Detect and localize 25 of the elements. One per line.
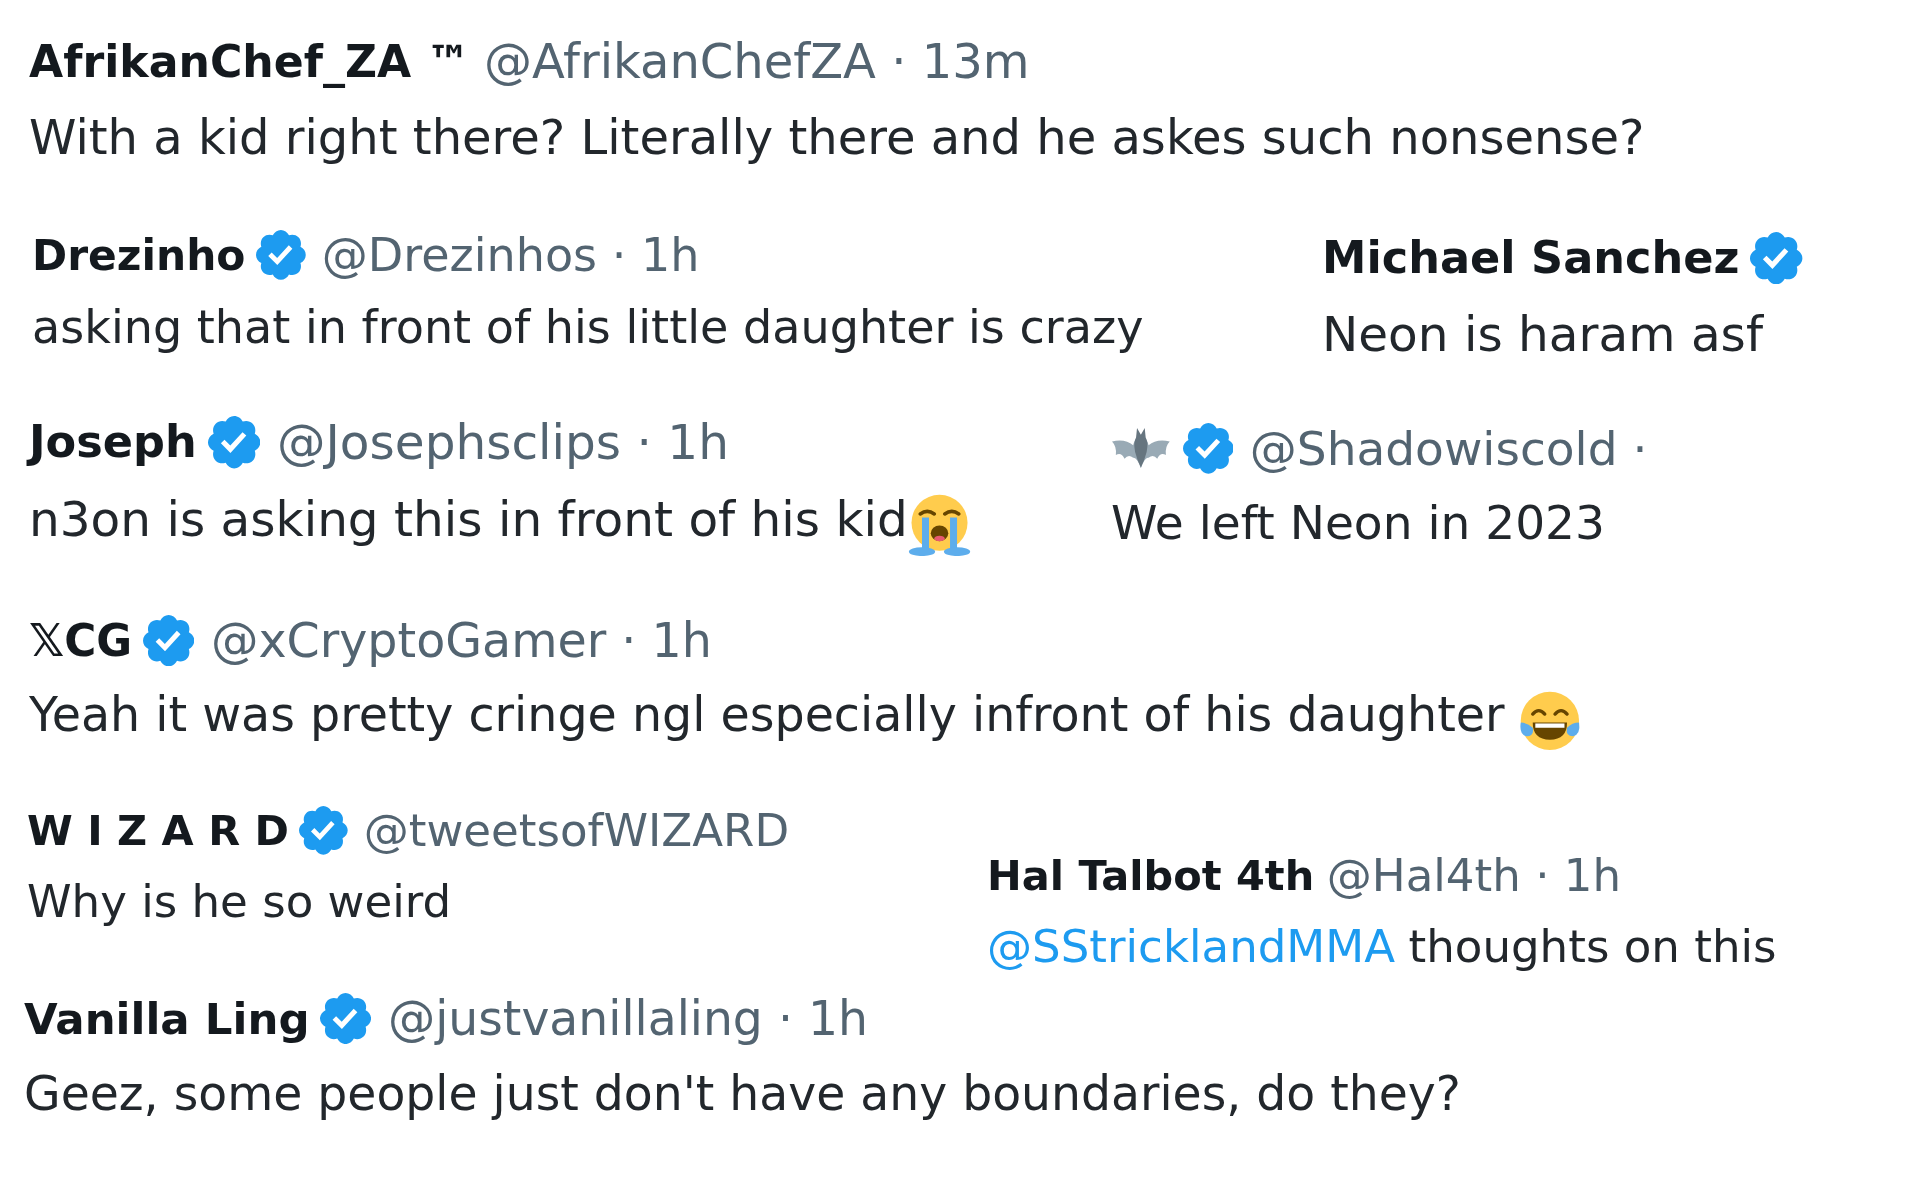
display-name: 𝕏CG xyxy=(29,614,133,666)
handle-and-time: @tweetsofWIZARD xyxy=(363,804,790,858)
tweet-text: asking that in front of his little daughter is crazy xyxy=(32,299,1144,357)
tweet-text: n3on is asking this in front of his kid xyxy=(29,489,908,549)
tweet-text: @SStricklandMMA thoughts on this xyxy=(987,918,1777,975)
tweet-text: With a kid right there? Literally there and he askes such nonsense? xyxy=(29,107,1645,167)
display-name: W I Z A R D xyxy=(27,806,289,856)
tweet-text: Why is he so weird xyxy=(27,873,452,930)
handle-and-time: @Shadowiscold · xyxy=(1249,421,1648,476)
tweet-text: We left Neon in 2023 xyxy=(1111,494,1605,553)
display-name: Vanilla Ling xyxy=(24,993,310,1044)
handle-and-time: @justvanillaling · 1h xyxy=(387,991,868,1047)
display-name: Drezinho xyxy=(32,230,246,280)
handle-and-time: @Drezinhos · 1h xyxy=(321,228,700,283)
display-name: Michael Sanchez xyxy=(1322,231,1740,284)
display-name: AfrikanChef_ZA ™ xyxy=(29,35,471,87)
tweet-text: Geez, some people just don't have any boundaries, do they? xyxy=(24,1064,1461,1123)
mention-link[interactable]: @SStricklandMMA xyxy=(987,919,1396,973)
tweet-text: Yeah it was pretty cringe ngl especially infront of his daughter xyxy=(29,686,1505,745)
tweet-text: Neon is haram asf xyxy=(1322,304,1763,364)
handle-and-time: @AfrikanChefZA · 13m xyxy=(483,33,1030,90)
display-name: Hal Talbot 4th xyxy=(987,851,1315,901)
handle-and-time: @Josephsclips · 1h xyxy=(277,414,729,471)
handle-and-time: @xCryptoGamer · 1h xyxy=(210,612,712,668)
handle-and-time: @Hal4th · 1h xyxy=(1326,849,1622,903)
